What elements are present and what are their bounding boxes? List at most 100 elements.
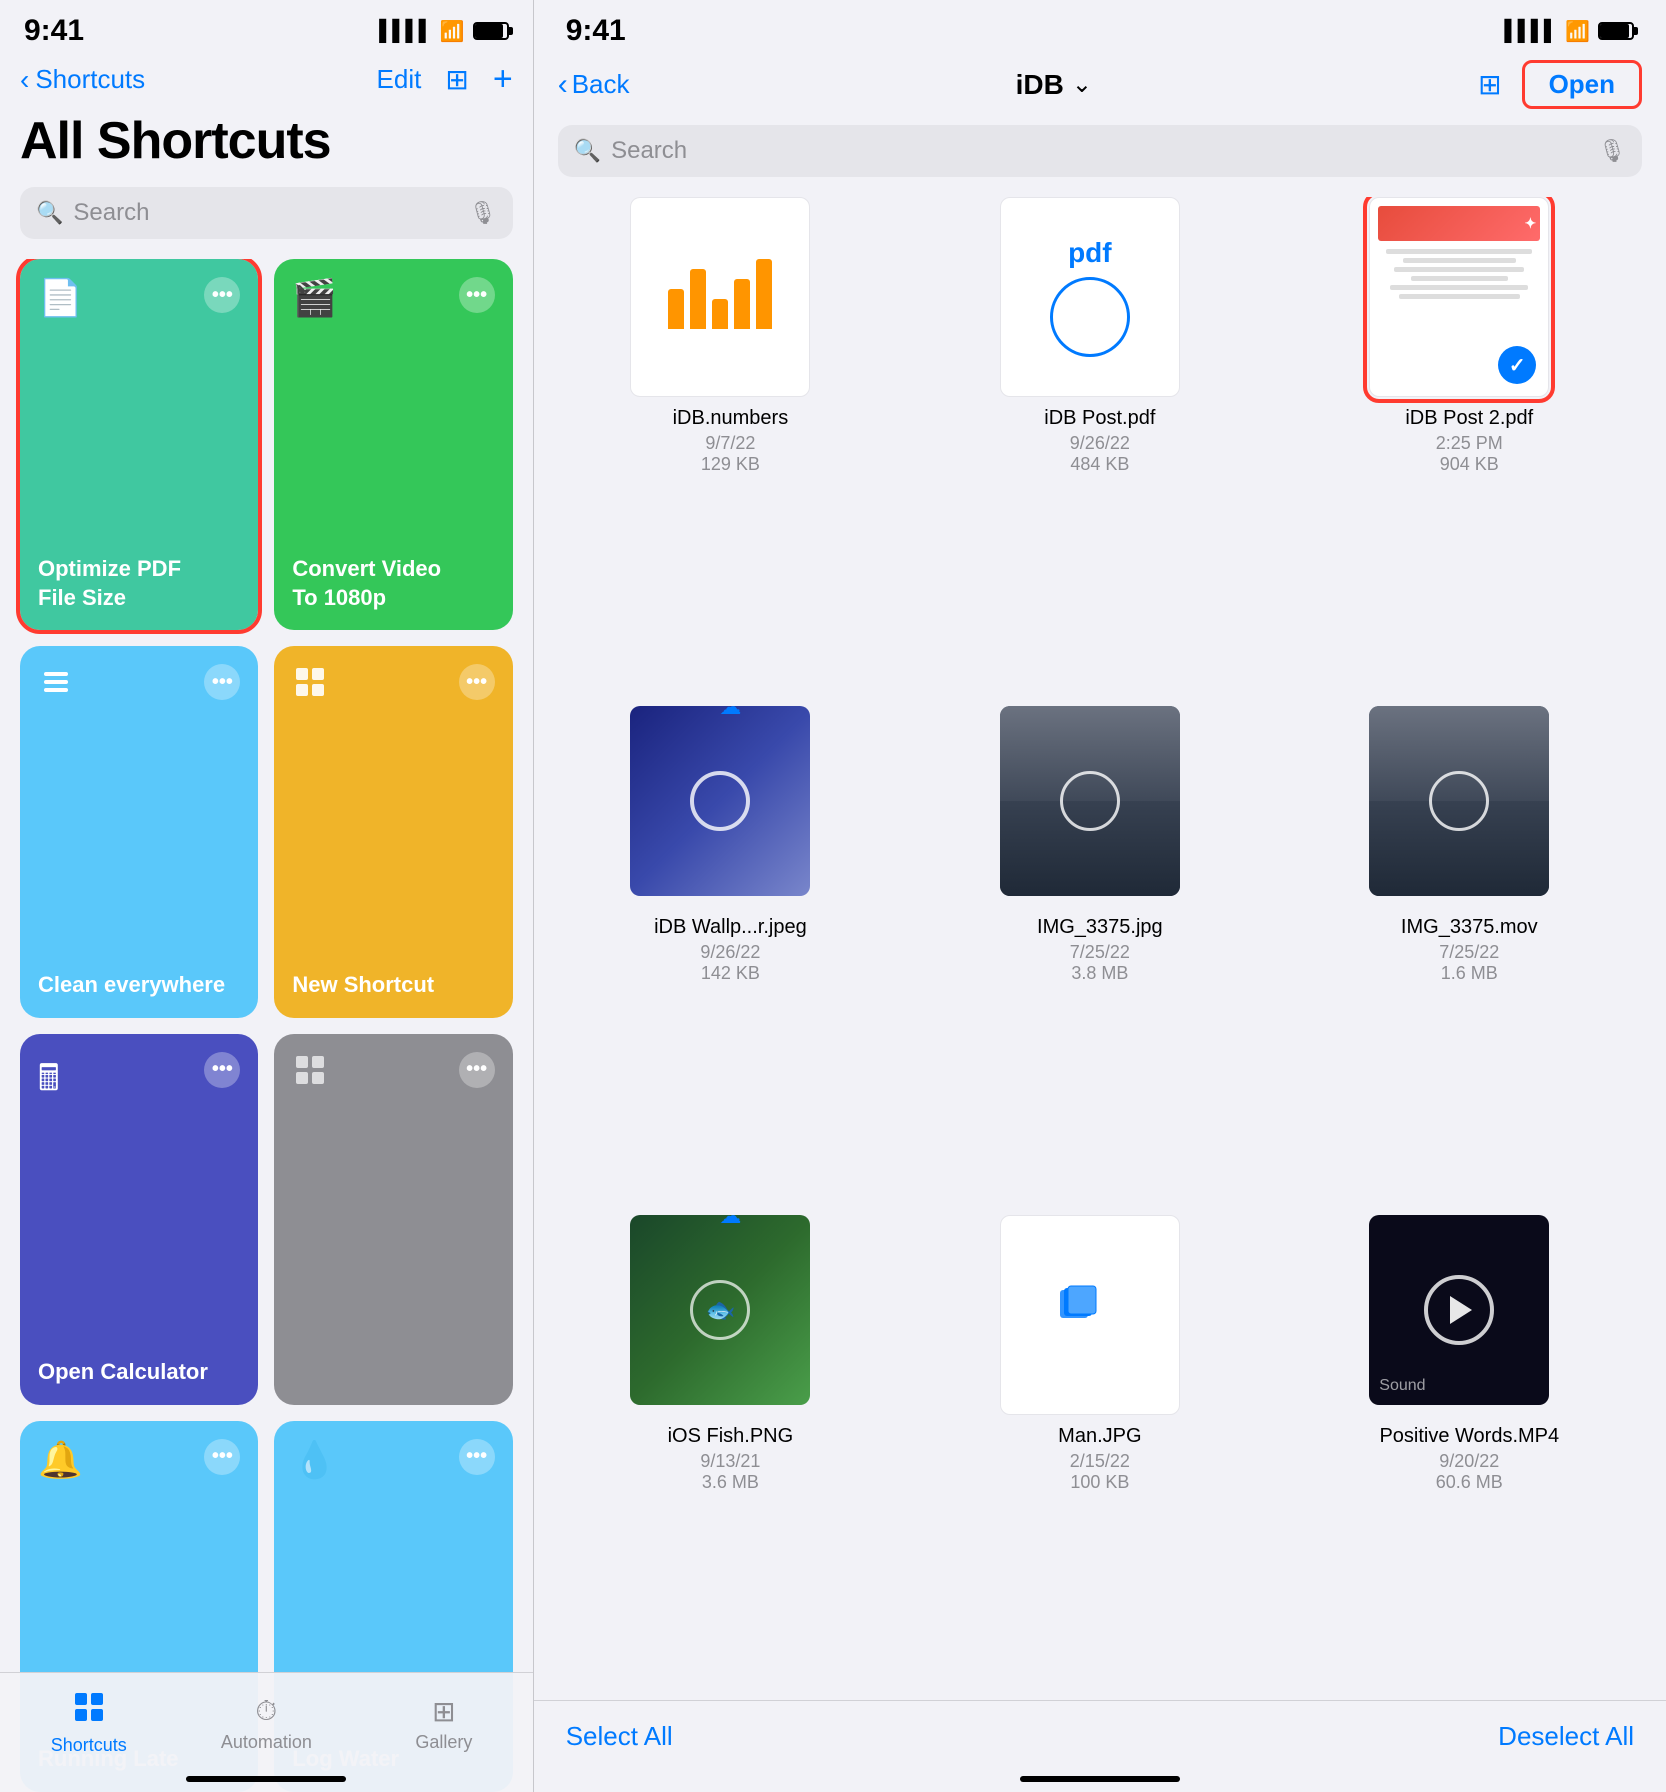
back-label-left: Shortcuts [35, 64, 145, 95]
tile-label-open-calculator: Open Calculator [38, 1358, 240, 1387]
shortcuts-tab-icon [73, 1691, 105, 1731]
battery-icon-right [1598, 22, 1634, 40]
cloud-icon-idb-wallpaper: ☁ [719, 694, 741, 720]
shortcut-tile-open-calculator[interactable]: 🖩 ••• Open Calculator [20, 1034, 258, 1405]
tile-icon-open-calculator: 🖩 [38, 1052, 60, 1113]
edit-button[interactable]: Edit [377, 64, 422, 95]
tile-more-convert-video[interactable]: ••• [459, 277, 495, 313]
back-button-right[interactable]: ‹ Back [558, 68, 630, 102]
file-info-ios-fish: iOS Fish.PNG 9/13/21 3.6 MB [668, 1423, 794, 1493]
file-info-idb-post-2-pdf: iDB Post 2.pdf 2:25 PM 904 KB [1405, 405, 1533, 475]
tile-more-open-calculator[interactable]: ••• [204, 1052, 240, 1088]
search-bar-left[interactable]: 🔍 Search 🎙 [20, 187, 513, 239]
file-size-idb-wallpaper: 142 KB [654, 963, 807, 984]
shortcut-tile-clean-everywhere[interactable]: ••• Clean everywhere [20, 646, 258, 1017]
file-item-idb-post-pdf[interactable]: ☁ pdf iDB Post.pdf 9/26/22 484 KB [927, 197, 1272, 682]
file-item-idb-post-2-pdf[interactable]: ✦ ✓ iDB Post 2.pdf 2:25 PM 904 KB [1297, 197, 1642, 682]
signal-icon-right: ▌▌▌▌ [1504, 20, 1557, 43]
home-indicator-left [186, 1776, 346, 1782]
deselect-all-button[interactable]: Deselect All [1498, 1721, 1634, 1752]
tile-icon-clean-everywhere [38, 664, 74, 709]
file-size-img-3375-mov: 1.6 MB [1401, 963, 1538, 984]
right-panel: 9:41 ▌▌▌▌ 📶 ‹ Back iDB ⌄ ⊞ Open 🔍 Search… [534, 0, 1666, 1792]
tile-more-untitled[interactable]: ••• [459, 1052, 495, 1088]
checkmark-badge: ✓ [1498, 346, 1536, 384]
file-size-man-jpg: 100 KB [1058, 1472, 1141, 1493]
battery-icon-left [473, 22, 509, 40]
tile-icon-running-late: 🔔 [38, 1439, 83, 1481]
title-chevron-icon: ⌄ [1072, 70, 1092, 99]
file-name-img-3375-mov: IMG_3375.mov [1401, 914, 1538, 940]
tile-icon-new-shortcut [292, 664, 328, 709]
tile-label-convert-video: Convert VideoTo 1080p [292, 555, 494, 612]
shortcut-tile-untitled[interactable]: ••• [274, 1034, 512, 1405]
time-right: 9:41 [566, 14, 626, 48]
tab-automation[interactable]: ⏱ Automation [178, 1695, 356, 1753]
tile-icon-log-water: 💧 [292, 1439, 337, 1481]
file-item-ios-fish[interactable]: ☁ 🐟 iOS Fish.PNG 9/13/21 3.6 MB [558, 1215, 903, 1700]
automation-tab-icon: ⏱ [255, 1695, 277, 1728]
shortcut-tile-new-shortcut[interactable]: ••• New Shortcut [274, 646, 512, 1017]
file-item-idb-wallpaper[interactable]: ☁ iDB Wallp...r.jpeg 9/26/22 142 KB [558, 706, 903, 1191]
file-thumb-ios-fish: ☁ 🐟 [630, 1215, 830, 1415]
tile-more-new-shortcut[interactable]: ••• [459, 664, 495, 700]
search-bar-right[interactable]: 🔍 Search 🎙 [558, 125, 1642, 177]
grid-view-button[interactable]: ⊞ [445, 63, 468, 96]
file-size-idb-post-pdf: 484 KB [1044, 454, 1155, 475]
left-panel: 9:41 ▌▌▌▌ 📶 ‹ Shortcuts Edit ⊞ + All Sho… [0, 0, 533, 1792]
file-size-idb-post-2-pdf: 904 KB [1405, 454, 1533, 475]
shortcuts-tab-label: Shortcuts [51, 1735, 127, 1756]
file-name-ios-fish: iOS Fish.PNG [668, 1423, 794, 1449]
time-left: 9:41 [24, 14, 84, 48]
tile-more-running-late[interactable]: ••• [204, 1439, 240, 1475]
automation-tab-label: Automation [221, 1732, 312, 1753]
shortcut-tile-convert-video[interactable]: 🎬 ••• Convert VideoTo 1080p [274, 259, 512, 630]
file-item-positive-words[interactable]: Sound Positive Words.MP4 9/20/22 60.6 MB [1297, 1215, 1642, 1700]
cloud-icon-ios-fish: ☁ [719, 1203, 741, 1229]
shortcuts-grid: 📄 ••• Optimize PDFFile Size 🎬 ••• Conver… [0, 259, 533, 1792]
select-all-button[interactable]: Select All [566, 1721, 673, 1752]
tile-label-new-shortcut: New Shortcut [292, 971, 494, 1000]
grid-view-icon-right[interactable]: ⊞ [1478, 68, 1501, 101]
file-name-idb-wallpaper: iDB Wallp...r.jpeg [654, 914, 807, 940]
file-date-idb-wallpaper: 9/26/22 [654, 942, 807, 963]
wifi-icon-right: 📶 [1565, 19, 1590, 44]
file-date-idb-post-pdf: 9/26/22 [1044, 433, 1155, 454]
file-item-img-3375-mov[interactable]: IMG_3375.mov 7/25/22 1.6 MB [1297, 706, 1642, 1191]
file-info-img-3375-jpg: IMG_3375.jpg 7/25/22 3.8 MB [1037, 914, 1163, 984]
file-name-idb-post-pdf: iDB Post.pdf [1044, 405, 1155, 431]
wifi-icon-left: 📶 [440, 19, 465, 44]
tile-label-optimize-pdf: Optimize PDFFile Size [38, 555, 240, 612]
file-item-idb-numbers[interactable]: iDB.numbers 9/7/22 129 KB [558, 197, 903, 682]
nav-right-actions: ⊞ Open [1478, 60, 1642, 109]
tile-more-log-water[interactable]: ••• [459, 1439, 495, 1475]
status-icons-left: ▌▌▌▌ 📶 [379, 19, 509, 44]
file-item-man-jpg[interactable]: ☁ Man.JPG 2/15/22 100 KB [927, 1215, 1272, 1700]
file-date-man-jpg: 2/15/22 [1058, 1451, 1141, 1472]
file-thumb-man-jpg: ☁ [1000, 1215, 1200, 1415]
home-indicator-right [1020, 1776, 1180, 1782]
file-thumb-img-3375-jpg [1000, 706, 1200, 906]
chevron-back-icon-right: ‹ [558, 68, 568, 102]
add-shortcut-button[interactable]: + [493, 60, 513, 99]
tile-icon-untitled [292, 1052, 328, 1097]
file-size-idb-numbers: 129 KB [673, 454, 789, 475]
file-size-img-3375-jpg: 3.8 MB [1037, 963, 1163, 984]
nav-title-right: iDB ⌄ [1016, 69, 1092, 101]
tile-icon-convert-video: 🎬 [292, 277, 337, 319]
tab-gallery[interactable]: ⊞ Gallery [355, 1695, 533, 1753]
back-button-left[interactable]: ‹ Shortcuts [20, 64, 145, 96]
tile-more-optimize-pdf[interactable]: ••• [204, 277, 240, 313]
folder-title: iDB [1016, 69, 1064, 101]
file-date-ios-fish: 9/13/21 [668, 1451, 794, 1472]
file-name-idb-post-2-pdf: iDB Post 2.pdf [1405, 405, 1533, 431]
file-item-img-3375-jpg[interactable]: IMG_3375.jpg 7/25/22 3.8 MB [927, 706, 1272, 1191]
tab-shortcuts[interactable]: Shortcuts [0, 1691, 178, 1756]
open-button[interactable]: Open [1522, 60, 1642, 109]
shortcut-tile-optimize-pdf[interactable]: 📄 ••• Optimize PDFFile Size [20, 259, 258, 630]
file-date-idb-numbers: 9/7/22 [673, 433, 789, 454]
tile-more-clean-everywhere[interactable]: ••• [204, 664, 240, 700]
file-info-positive-words: Positive Words.MP4 9/20/22 60.6 MB [1379, 1423, 1559, 1493]
nav-actions-left: Edit ⊞ + [377, 60, 513, 99]
files-grid: iDB.numbers 9/7/22 129 KB ☁ pdf iDB Post… [534, 197, 1666, 1700]
